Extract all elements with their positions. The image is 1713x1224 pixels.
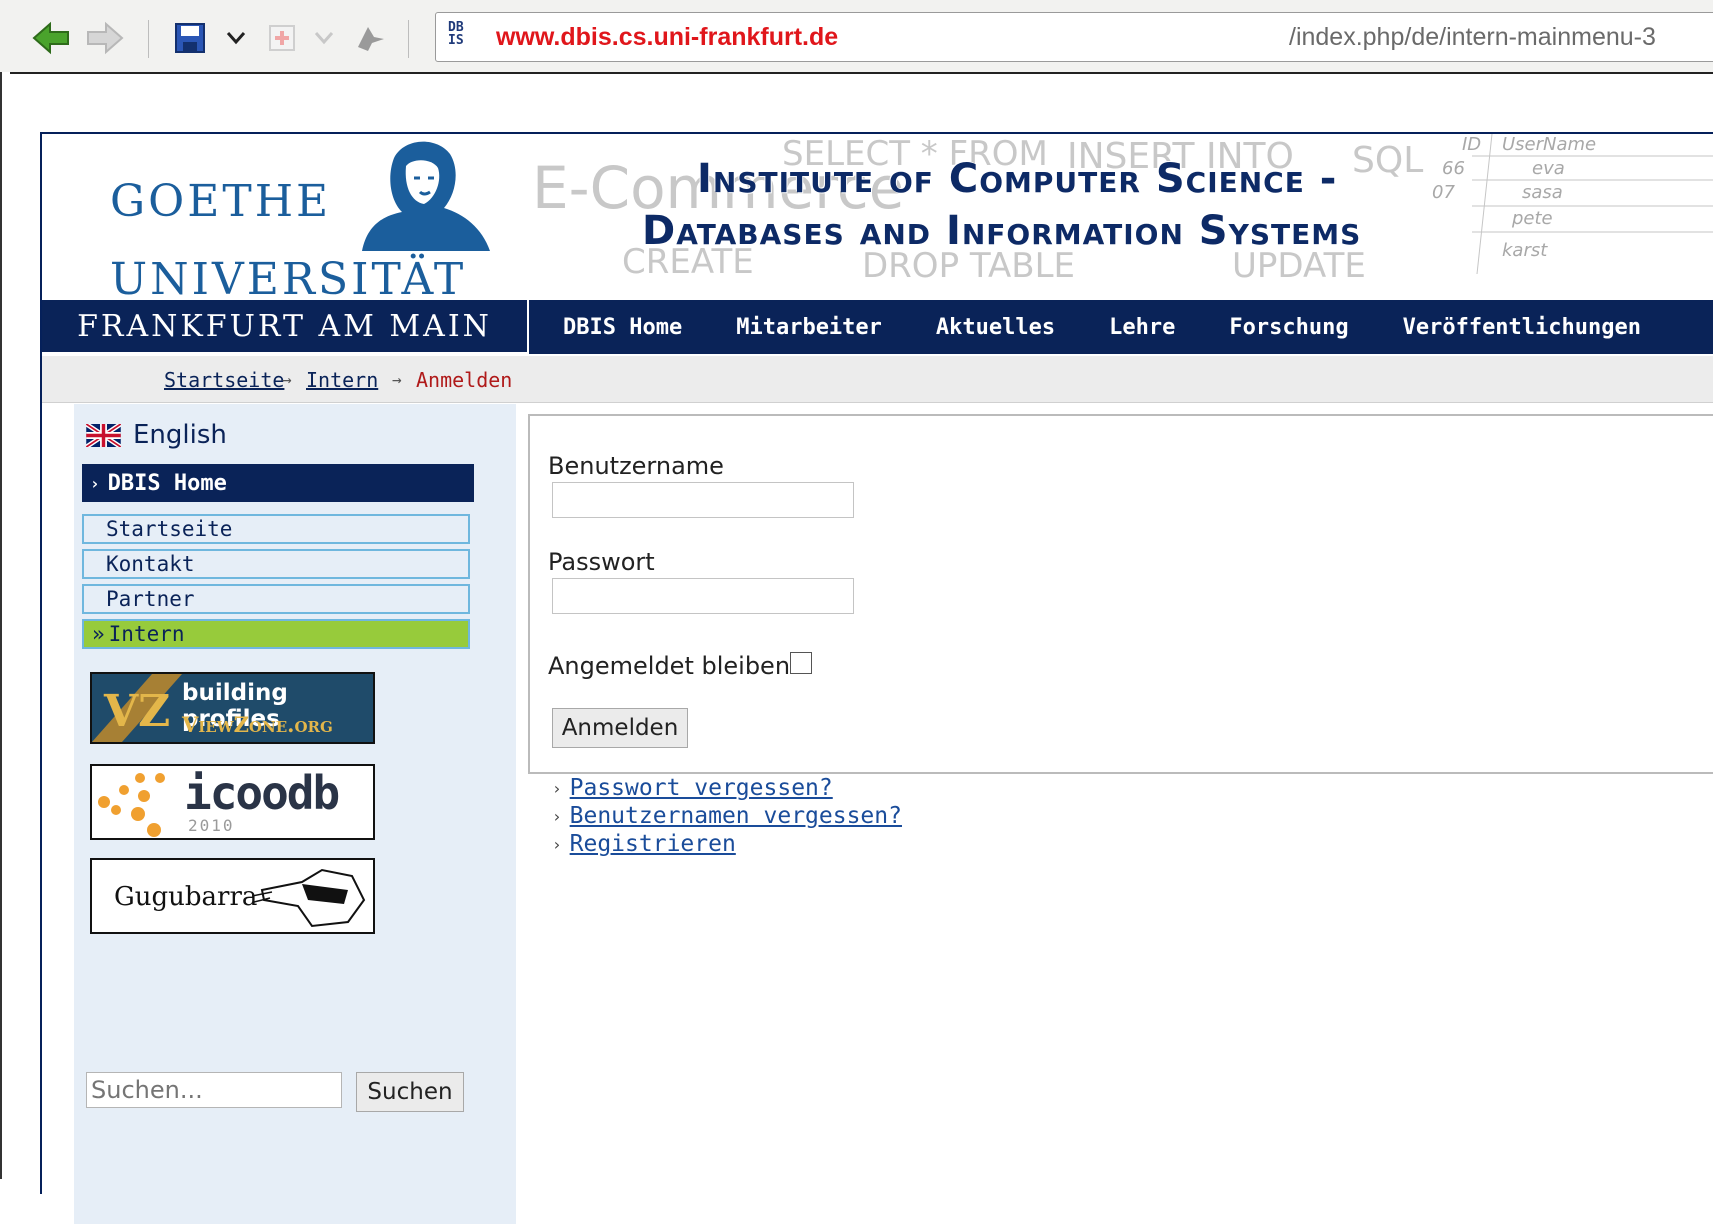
password-label: Passwort bbox=[548, 548, 655, 576]
breadcrumb-link-startseite[interactable]: Startseite bbox=[164, 368, 284, 392]
breadcrumb-item[interactable]: Startseite bbox=[164, 368, 284, 392]
goethe-portrait-logo[interactable] bbox=[332, 136, 494, 251]
login-help-links: › Passwort vergessen? › Benutzernamen verg… bbox=[552, 774, 902, 858]
chevron-right-icon: › bbox=[552, 834, 562, 854]
gugubarra-banner-title: Gugubarra bbox=[114, 882, 258, 912]
username-input[interactable] bbox=[552, 482, 854, 518]
toolbar-separator bbox=[408, 20, 409, 58]
search-button[interactable]: Suchen bbox=[356, 1072, 464, 1112]
forgot-password-link[interactable]: Passwort vergessen? bbox=[570, 775, 833, 801]
bird-logo-icon bbox=[252, 868, 366, 928]
icoodb-banner[interactable]: icoodb 2010 bbox=[90, 764, 375, 840]
toolbar-separator bbox=[148, 20, 149, 58]
register-link[interactable]: Registrieren bbox=[570, 831, 736, 857]
login-help-link[interactable]: › Benutzernamen vergessen? bbox=[552, 802, 902, 830]
sidebar-item-label: Intern bbox=[108, 622, 185, 646]
site-favicon-icon: DB IS bbox=[448, 20, 464, 48]
user-table-header: ID bbox=[1462, 134, 1482, 155]
add-bookmark-icon[interactable] bbox=[264, 18, 300, 58]
password-input[interactable] bbox=[552, 578, 854, 614]
chevron-right-icon: › bbox=[552, 778, 562, 798]
double-chevron-icon: » bbox=[92, 622, 105, 646]
nav-item-veroeffentlichungen[interactable]: Veröffentlichungen bbox=[1403, 315, 1641, 340]
language-switch[interactable]: English bbox=[86, 420, 227, 450]
sidebar-item-kontakt[interactable]: Kontakt bbox=[82, 549, 470, 579]
nav-item-mitarbeiter[interactable]: Mitarbeiter bbox=[736, 315, 882, 340]
site-header: GOETHE UNIVERSITÄT E-Commerce SELECT * F… bbox=[42, 134, 1713, 302]
language-label: English bbox=[133, 420, 227, 450]
dropdown-chevron-icon[interactable] bbox=[222, 18, 250, 58]
search-input[interactable] bbox=[86, 1072, 342, 1108]
back-arrow-icon[interactable] bbox=[30, 18, 74, 58]
user-table-cell: 66 bbox=[1442, 158, 1465, 179]
user-table-cell: pete bbox=[1512, 208, 1553, 229]
nav-item-forschung[interactable]: Forschung bbox=[1229, 315, 1348, 340]
bird-icon[interactable] bbox=[352, 18, 388, 58]
username-label: Benutzername bbox=[548, 452, 724, 480]
gugubarra-banner[interactable]: Gugubarra bbox=[90, 858, 375, 934]
user-table-cell: 07 bbox=[1432, 182, 1455, 203]
sidebar-item-startseite[interactable]: Startseite bbox=[82, 514, 470, 544]
page-frame: GOETHE UNIVERSITÄT E-Commerce SELECT * F… bbox=[40, 132, 1713, 1224]
sidebar: English › DBIS Home Startseite Kontakt P… bbox=[74, 404, 516, 1224]
login-help-link[interactable]: › Registrieren bbox=[552, 830, 902, 858]
university-name-line2: UNIVERSITÄT bbox=[110, 254, 467, 305]
user-table-cell: sasa bbox=[1522, 182, 1563, 203]
main-navigation: DBIS Home Mitarbeiter Aktuelles Lehre Fo… bbox=[529, 300, 1713, 354]
uk-flag-icon bbox=[86, 423, 121, 447]
breadcrumb: Startseite → Intern → Anmelden bbox=[42, 356, 1713, 403]
breadcrumb-arrow-icon: → bbox=[282, 370, 292, 389]
university-location-bar: FRANKFURT AM MAIN bbox=[42, 300, 529, 352]
institute-title-line1: Institute of Computer Science - bbox=[697, 156, 1338, 202]
window-border bbox=[0, 72, 10, 1179]
viewzone-banner-line2: ViewZone.org bbox=[182, 712, 333, 737]
dots-logo-icon bbox=[98, 773, 165, 837]
icoodb-banner-year: 2010 bbox=[188, 816, 235, 835]
university-name-line1: GOETHE bbox=[110, 176, 332, 227]
login-submit-button[interactable]: Anmelden bbox=[552, 708, 688, 748]
viewzone-banner[interactable]: VZ building profiles ViewZone.org bbox=[90, 672, 375, 744]
decorative-user-table: ID UserName 66 eva 07 sasa pete karst bbox=[1432, 134, 1713, 274]
breadcrumb-item[interactable]: Intern bbox=[306, 368, 378, 392]
browser-toolbar: DB IS www.dbis.cs.uni-frankfurt.de /index… bbox=[0, 0, 1713, 74]
user-table-cell: eva bbox=[1532, 158, 1565, 179]
user-table-header: UserName bbox=[1502, 134, 1597, 155]
login-form: Benutzername Passwort Angemeldet bleiben… bbox=[528, 414, 1713, 774]
chevron-right-icon: › bbox=[552, 806, 562, 826]
nav-item-dbis-home[interactable]: DBIS Home bbox=[563, 315, 682, 340]
remember-me-label: Angemeldet bleiben bbox=[548, 652, 791, 680]
institute-title-line2: Databases and Information Systems bbox=[642, 208, 1362, 254]
svg-text:VZ: VZ bbox=[103, 686, 170, 737]
url-host: www.dbis.cs.uni-frankfurt.de bbox=[496, 23, 839, 51]
breadcrumb-link-intern[interactable]: Intern bbox=[306, 368, 378, 392]
nav-item-aktuelles[interactable]: Aktuelles bbox=[936, 315, 1055, 340]
sidebar-menu-title-label: DBIS Home bbox=[107, 470, 227, 496]
bg-word: SQL bbox=[1352, 140, 1424, 181]
forgot-username-link[interactable]: Benutzernamen vergessen? bbox=[570, 803, 902, 829]
chevron-right-icon: › bbox=[90, 473, 100, 493]
breadcrumb-arrow-icon: → bbox=[392, 370, 402, 389]
icoodb-banner-title: icoodb bbox=[184, 766, 340, 820]
save-icon[interactable] bbox=[172, 18, 208, 58]
sidebar-menu-title[interactable]: › DBIS Home bbox=[82, 464, 474, 502]
login-help-link[interactable]: › Passwort vergessen? bbox=[552, 774, 902, 802]
sidebar-item-intern[interactable]: » Intern bbox=[82, 619, 470, 649]
url-path: /index.php/de/intern-mainmenu-3 bbox=[1289, 23, 1656, 51]
sidebar-item-partner[interactable]: Partner bbox=[82, 584, 470, 614]
address-bar[interactable]: DB IS www.dbis.cs.uni-frankfurt.de /index… bbox=[435, 12, 1713, 62]
user-table-cell: karst bbox=[1502, 240, 1548, 261]
remember-me-checkbox[interactable] bbox=[790, 652, 812, 674]
nav-item-lehre[interactable]: Lehre bbox=[1109, 315, 1175, 340]
dropdown-chevron-icon[interactable] bbox=[310, 18, 338, 58]
forward-arrow-icon[interactable] bbox=[82, 18, 126, 58]
breadcrumb-current: Anmelden bbox=[416, 368, 513, 392]
